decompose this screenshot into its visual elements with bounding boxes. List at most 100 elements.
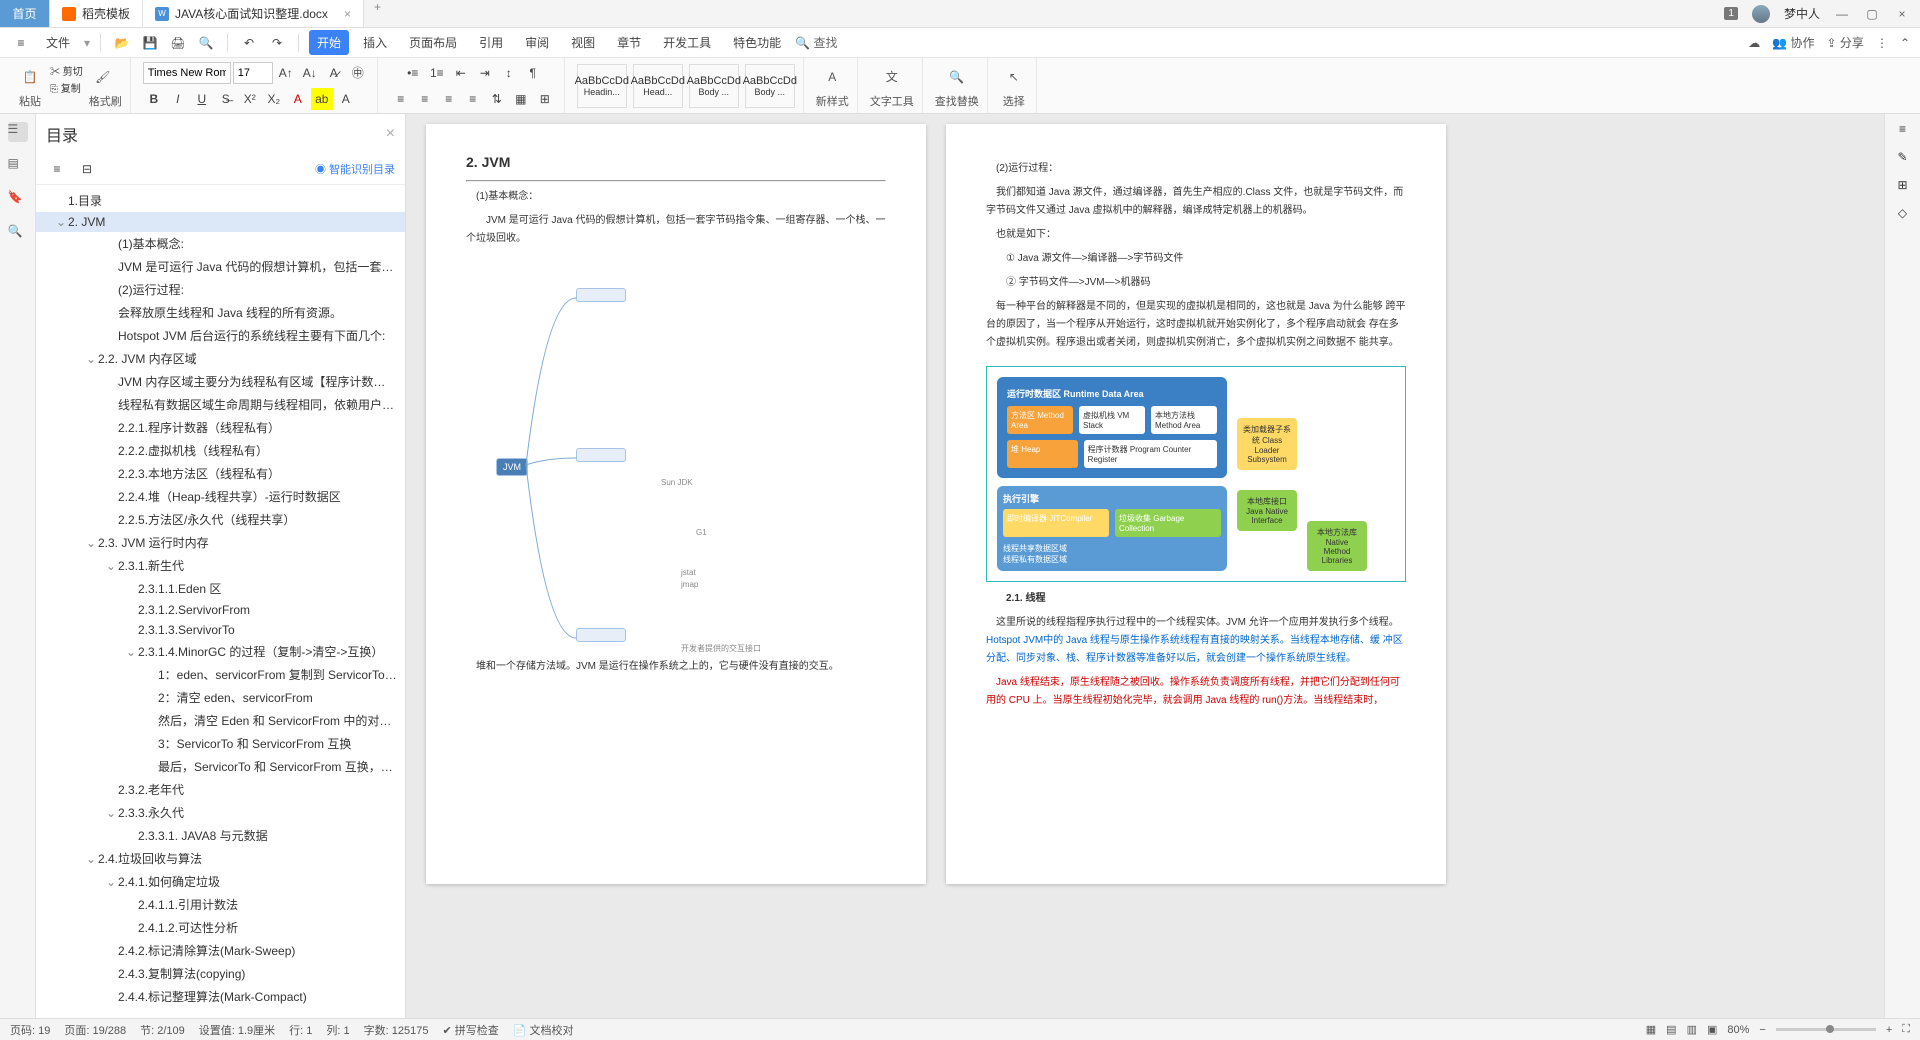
open-icon[interactable]: 📂: [111, 32, 133, 54]
tree-item[interactable]: 2.2.1.程序计数器（线程私有）: [36, 416, 405, 439]
tree-item[interactable]: 2.3.2.老年代: [36, 778, 405, 801]
style-heading1[interactable]: AaBbCcDdHeadin...: [577, 64, 627, 108]
indent-dec-icon[interactable]: ⇤: [450, 62, 472, 84]
cloud-icon[interactable]: ☁: [1748, 36, 1760, 50]
italic-button[interactable]: I: [167, 88, 189, 110]
tree-item[interactable]: 2.2.2.虚拟机栈（线程私有）: [36, 439, 405, 462]
outline-tree[interactable]: 1.目录⌄ 2. JVM(1)基本概念:JVM 是可运行 Java 代码的假想计…: [36, 185, 405, 1018]
smart-toc-button[interactable]: ◉ 智能识别目录: [315, 161, 395, 177]
tree-item[interactable]: 然后，清空 Eden 和 ServicorFrom 中的对象；: [36, 709, 405, 732]
style-body2[interactable]: AaBbCcDdBody ...: [745, 64, 795, 108]
align-left-icon[interactable]: ≡: [390, 88, 412, 110]
outline-tree-icon[interactable]: ⊟: [76, 158, 98, 180]
tree-item[interactable]: 2.2.5.方法区/永久代（线程共享）: [36, 508, 405, 531]
tree-item[interactable]: 2.3.1.3.ServivorTo: [36, 620, 405, 640]
search-input[interactable]: 🔍 查找: [795, 34, 837, 51]
subscript-icon[interactable]: X₂: [263, 88, 285, 110]
tree-item[interactable]: ⌄ 2.2. JVM 内存区域: [36, 347, 405, 370]
document-area[interactable]: 2. JVM (1)基本概念： JVM 是可运行 Java 代码的假想计算机，包…: [406, 114, 1920, 1018]
align-center-icon[interactable]: ≡: [414, 88, 436, 110]
paste-icon[interactable]: 📋: [16, 63, 44, 91]
menu-special[interactable]: 特色功能: [725, 30, 789, 55]
tree-item[interactable]: 1.目录: [36, 189, 405, 212]
status-chars[interactable]: 字数: 125175: [364, 1022, 429, 1038]
shading-icon[interactable]: ▦: [510, 88, 532, 110]
style-heading2[interactable]: AaBbCcDdHead...: [633, 64, 683, 108]
tab-document[interactable]: W JAVA核心面试知识整理.docx ×: [143, 0, 364, 27]
zoom-icon[interactable]: 🔍: [8, 224, 28, 244]
menu-start[interactable]: 开始: [309, 30, 349, 55]
tree-item[interactable]: JVM 是可运行 Java 代码的假想计算机，包括一套字节码...: [36, 255, 405, 278]
share-button[interactable]: ⇪ 分享: [1827, 34, 1864, 51]
tree-item[interactable]: ⌄ 2. JVM: [36, 212, 405, 232]
clear-format-icon[interactable]: A̷: [323, 62, 345, 84]
status-docproof[interactable]: 📄 文档校对: [513, 1022, 574, 1038]
save-icon[interactable]: 💾: [139, 32, 161, 54]
text-tool-icon[interactable]: 文: [878, 63, 906, 91]
strike-button[interactable]: S̶: [215, 88, 237, 110]
zoom-out-button[interactable]: −: [1759, 1024, 1765, 1036]
style-body1[interactable]: AaBbCcDdBody ...: [689, 64, 739, 108]
tree-item[interactable]: ⌄ 2.4.垃圾回收与算法: [36, 847, 405, 870]
tree-item[interactable]: 最后，ServicorTo 和 ServicorFrom 互换，原 Servic…: [36, 755, 405, 778]
font-color-icon[interactable]: A: [287, 88, 309, 110]
tab-template[interactable]: 稻壳模板: [50, 0, 143, 27]
zoom-in-button[interactable]: +: [1886, 1024, 1892, 1036]
sort-icon[interactable]: ↕: [498, 62, 520, 84]
tree-item[interactable]: 2.3.1.2.ServivorFrom: [36, 600, 405, 620]
print-icon[interactable]: 🖨: [167, 32, 189, 54]
tree-item[interactable]: 2.3.3.1. JAVA8 与元数据: [36, 824, 405, 847]
highlight-icon[interactable]: ab: [311, 88, 333, 110]
redo-icon[interactable]: ↷: [266, 32, 288, 54]
status-pages[interactable]: 页面: 19/288: [64, 1022, 126, 1038]
tree-item[interactable]: ⌄ 2.3.3.永久代: [36, 801, 405, 824]
tree-item[interactable]: 线程私有数据区域生命周期与线程相同，依赖用户线程的...: [36, 393, 405, 416]
copy-button[interactable]: ⎘ 复制: [50, 80, 83, 95]
bullets-icon[interactable]: •≡: [402, 62, 424, 84]
tree-item[interactable]: 会释放原生线程和 Java 线程的所有资源。: [36, 301, 405, 324]
status-pageno[interactable]: 页码: 19: [10, 1022, 50, 1038]
menu-insert[interactable]: 插入: [355, 30, 395, 55]
tree-item[interactable]: 2.4.1.1.引用计数法: [36, 893, 405, 916]
undo-icon[interactable]: ↶: [238, 32, 260, 54]
cut-button[interactable]: ✂ 剪切: [50, 63, 83, 78]
window-close-icon[interactable]: ×: [1894, 6, 1910, 22]
status-spellcheck[interactable]: ✔ 拼写检查: [442, 1022, 498, 1038]
tree-item[interactable]: ⌄ 2.3.1.4.MinorGC 的过程（复制->清空->互换）: [36, 640, 405, 663]
rpanel-icon[interactable]: ⊞: [1897, 178, 1907, 192]
tab-add-button[interactable]: +: [364, 0, 391, 27]
thumbnail-icon[interactable]: ▤: [8, 156, 28, 176]
menu-file[interactable]: 文件: [38, 30, 78, 55]
menu-devtools[interactable]: 开发工具: [655, 30, 719, 55]
tree-item[interactable]: 2.2.3.本地方法区（线程私有）: [36, 462, 405, 485]
borders-icon[interactable]: ⊞: [534, 88, 556, 110]
fullscreen-icon[interactable]: ⛶: [1902, 1023, 1910, 1036]
outline-toggle-icon[interactable]: ☰: [8, 122, 28, 142]
grow-font-icon[interactable]: A↑: [275, 62, 297, 84]
phonetic-icon[interactable]: ㊥: [347, 62, 369, 84]
notification-badge[interactable]: 1: [1724, 7, 1738, 20]
tree-item[interactable]: ⌄ 2.4.1.如何确定垃圾: [36, 870, 405, 893]
underline-button[interactable]: U: [191, 88, 213, 110]
tree-item[interactable]: 2.4.3.复制算法(copying): [36, 962, 405, 985]
outline-close-icon[interactable]: ×: [386, 125, 395, 143]
rpanel-icon[interactable]: ✎: [1897, 150, 1907, 164]
tree-item[interactable]: (1)基本概念:: [36, 232, 405, 255]
tree-item[interactable]: 2.3.1.1.Eden 区: [36, 577, 405, 600]
hamburger-icon[interactable]: ≡: [10, 32, 32, 54]
tree-item[interactable]: JVM 内存区域主要分为线程私有区域【程序计数器、虚拟...: [36, 370, 405, 393]
tree-item[interactable]: (2)运行过程:: [36, 278, 405, 301]
menu-reference[interactable]: 引用: [471, 30, 511, 55]
line-spacing-icon[interactable]: ⇅: [486, 88, 508, 110]
tree-item[interactable]: ⌄ 2.3. JVM 运行时内存: [36, 531, 405, 554]
bold-button[interactable]: B: [143, 88, 165, 110]
indent-inc-icon[interactable]: ⇥: [474, 62, 496, 84]
minimize-icon[interactable]: —: [1834, 6, 1850, 22]
coop-button[interactable]: 👥 协作: [1772, 34, 1814, 51]
tree-item[interactable]: 2.4.1.2.可达性分析: [36, 916, 405, 939]
format-painter-icon[interactable]: 🖌: [89, 63, 117, 91]
shrink-font-icon[interactable]: A↓: [299, 62, 321, 84]
rpanel-icon[interactable]: ◇: [1898, 206, 1907, 220]
tree-item[interactable]: 2.4.4.标记整理算法(Mark-Compact): [36, 985, 405, 1008]
menu-layout[interactable]: 页面布局: [401, 30, 465, 55]
